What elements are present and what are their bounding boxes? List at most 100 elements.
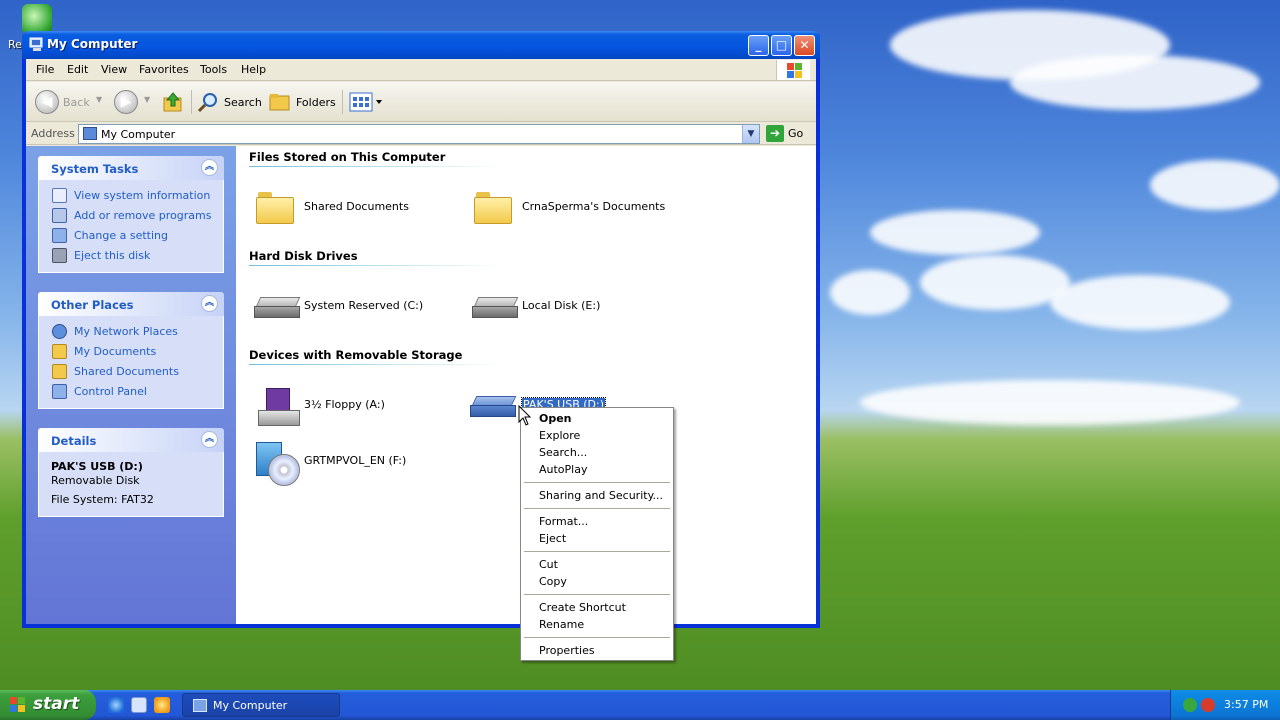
forward-dropdown-icon[interactable]: ▼: [144, 95, 150, 104]
item-label: CrnaSperma's Documents: [522, 200, 666, 213]
group-title-files: Files Stored on This Computer: [249, 150, 446, 164]
menu-bar: File Edit View Favorites Tools Help: [26, 59, 816, 81]
item-shared-documents[interactable]: Shared Documents: [248, 186, 458, 230]
place-label[interactable]: My Network Places: [74, 325, 178, 338]
usb-drive-icon: [470, 396, 518, 418]
up-folder-icon[interactable]: [162, 91, 184, 113]
item-user-documents[interactable]: CrnaSperma's Documents: [466, 186, 676, 230]
menu-autoplay[interactable]: AutoPlay: [522, 461, 672, 478]
item-label: System Reserved (C:): [304, 299, 424, 312]
task-eject-disk[interactable]: Eject this disk: [39, 246, 223, 266]
task-change-setting[interactable]: Change a setting: [39, 226, 223, 246]
details-panel: Details ︽ PAK'S USB (D:) Removable Disk …: [38, 428, 224, 517]
go-arrow-icon[interactable]: ➔: [766, 125, 784, 142]
hard-disk-icon: [472, 297, 520, 319]
folders-button[interactable]: Folders: [296, 96, 336, 109]
place-label[interactable]: Control Panel: [74, 385, 147, 398]
menu-label: Cut: [539, 558, 558, 571]
desktop-icon-label[interactable]: Re: [8, 38, 22, 51]
menu-cut[interactable]: Cut: [522, 556, 672, 573]
menu-file[interactable]: File: [36, 63, 54, 76]
place-my-network-places[interactable]: My Network Places: [39, 322, 223, 342]
forward-button[interactable]: ▶: [114, 90, 138, 114]
menu-format[interactable]: Format...: [522, 513, 672, 530]
my-computer-icon: [193, 699, 207, 712]
network-tray-icon[interactable]: [1183, 698, 1197, 712]
clock[interactable]: 3:57 PM: [1224, 698, 1268, 711]
menu-properties[interactable]: Properties: [522, 642, 672, 659]
details-header[interactable]: Details ︽: [38, 428, 224, 452]
system-tasks-header[interactable]: System Tasks ︽: [38, 156, 224, 180]
item-floppy-a[interactable]: 3½ Floppy (A:): [248, 384, 458, 428]
folders-icon[interactable]: [269, 92, 291, 112]
details-filesystem: File System: FAT32: [51, 493, 154, 506]
place-control-panel[interactable]: Control Panel: [39, 382, 223, 402]
collapse-chevron-icon[interactable]: ︽: [201, 295, 218, 312]
menu-rename[interactable]: Rename: [522, 616, 672, 633]
back-arrow-icon: ◀: [41, 94, 53, 110]
item-drive-c[interactable]: System Reserved (C:): [248, 285, 458, 329]
search-button[interactable]: Search: [224, 96, 262, 109]
menu-copy[interactable]: Copy: [522, 573, 672, 590]
menu-sharing-security[interactable]: Sharing and Security...: [522, 487, 672, 504]
menu-edit[interactable]: Edit: [67, 63, 88, 76]
menu-favorites[interactable]: Favorites: [139, 63, 189, 76]
search-icon[interactable]: [197, 91, 219, 113]
close-icon: ✕: [799, 38, 810, 52]
task-label[interactable]: View system information: [74, 189, 210, 202]
task-label[interactable]: Change a setting: [74, 229, 168, 242]
place-shared-documents[interactable]: Shared Documents: [39, 362, 223, 382]
menu-search[interactable]: Search...: [522, 444, 672, 461]
group-divider: [249, 265, 504, 266]
collapse-chevron-icon[interactable]: ︽: [201, 159, 218, 176]
title-bar[interactable]: My Computer _ □ ✕: [22, 31, 820, 59]
task-label[interactable]: Eject this disk: [74, 249, 150, 262]
folder-icon: [474, 192, 512, 224]
internet-explorer-icon[interactable]: [108, 697, 124, 713]
hard-disk-icon: [254, 297, 302, 319]
menu-create-shortcut[interactable]: Create Shortcut: [522, 599, 672, 616]
close-button[interactable]: ✕: [794, 35, 815, 56]
menu-open[interactable]: Open: [522, 410, 672, 427]
task-label[interactable]: Add or remove programs: [74, 209, 212, 222]
menu-separator: [524, 482, 670, 483]
back-label[interactable]: Back: [63, 96, 90, 109]
show-desktop-icon[interactable]: [131, 697, 147, 713]
forward-arrow-icon: ▶: [120, 94, 132, 110]
toolbar-separator: [191, 90, 192, 114]
menu-eject[interactable]: Eject: [522, 530, 672, 547]
address-dropdown-button[interactable]: ▼: [742, 125, 759, 143]
group-title-removable: Devices with Removable Storage: [249, 348, 463, 362]
views-icon[interactable]: [349, 92, 383, 112]
place-my-documents[interactable]: My Documents: [39, 342, 223, 362]
group-title-hdd: Hard Disk Drives: [249, 249, 358, 263]
other-places-header[interactable]: Other Places ︽: [38, 292, 224, 316]
item-cd-f[interactable]: GRTMPVOL_EN (F:): [248, 440, 458, 486]
back-button[interactable]: ◀: [35, 90, 59, 114]
group-divider: [249, 364, 504, 365]
place-label[interactable]: My Documents: [74, 345, 156, 358]
recycle-bin-icon[interactable]: [22, 4, 52, 34]
details-name: PAK'S USB (D:): [51, 460, 143, 473]
back-dropdown-icon[interactable]: ▼: [96, 95, 102, 104]
address-input[interactable]: My Computer ▼: [78, 124, 760, 144]
minimize-button[interactable]: _: [748, 35, 769, 56]
menu-view[interactable]: View: [101, 63, 127, 76]
task-view-system-information[interactable]: View system information: [39, 186, 223, 206]
maximize-button[interactable]: □: [771, 35, 792, 56]
place-label[interactable]: Shared Documents: [74, 365, 179, 378]
menu-explore[interactable]: Explore: [522, 427, 672, 444]
collapse-chevron-icon[interactable]: ︽: [201, 431, 218, 448]
menu-label: Format...: [539, 515, 589, 528]
taskbar-button-my-computer[interactable]: My Computer: [182, 693, 340, 717]
task-add-remove-programs[interactable]: Add or remove programs: [39, 206, 223, 226]
go-button[interactable]: Go: [788, 127, 803, 140]
network-places-icon: [52, 324, 67, 339]
start-button[interactable]: start: [0, 690, 96, 720]
media-player-icon[interactable]: [154, 697, 170, 713]
item-drive-e[interactable]: Local Disk (E:): [466, 285, 676, 329]
menu-help[interactable]: Help: [241, 63, 266, 76]
menu-label: Open: [539, 412, 572, 425]
security-shield-icon[interactable]: [1201, 698, 1215, 712]
menu-tools[interactable]: Tools: [200, 63, 227, 76]
